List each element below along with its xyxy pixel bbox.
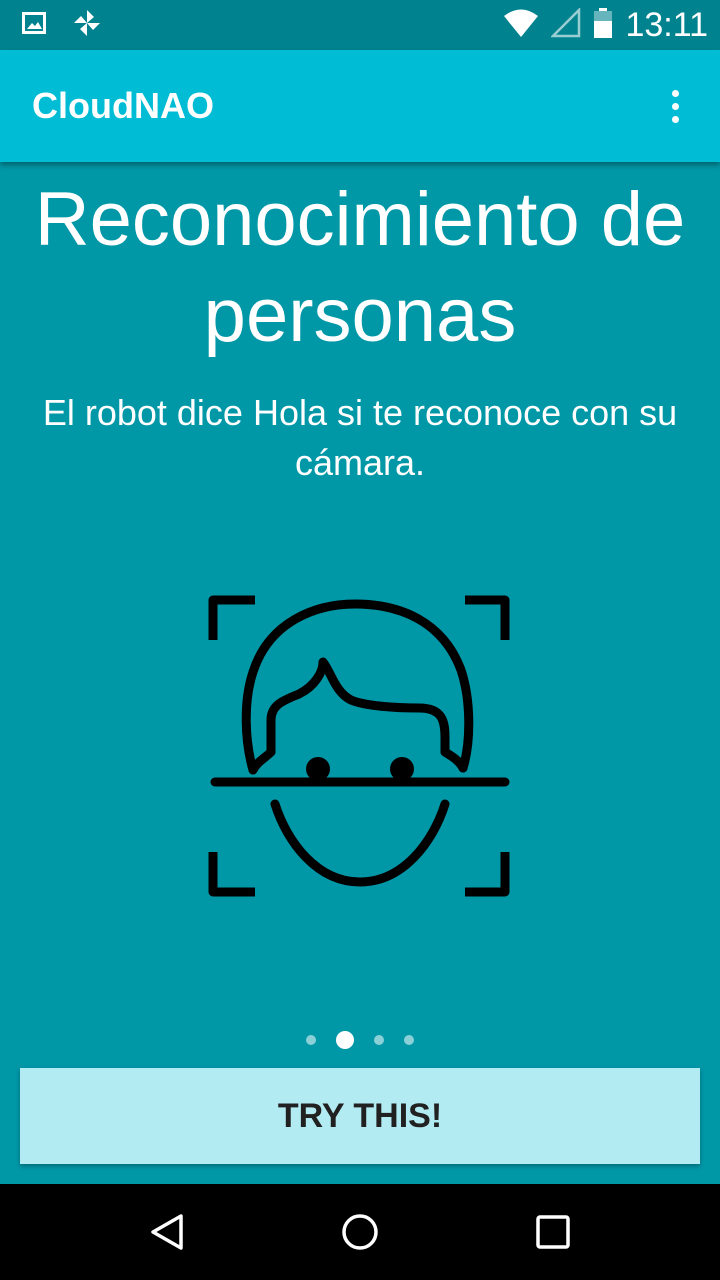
try-this-button[interactable]: TRY THIS! [20, 1068, 700, 1164]
page-dot-4[interactable] [404, 1035, 414, 1045]
image-notification-icon [22, 12, 46, 38]
battery-icon [593, 8, 613, 42]
cell-signal-icon [550, 6, 581, 42]
back-icon[interactable] [137, 1202, 197, 1262]
app-bar: CloudNAO [0, 50, 720, 162]
app-title: CloudNAO [32, 85, 214, 126]
status-clock: 13:11 [625, 5, 708, 44]
status-bar: 13:11 [0, 0, 720, 50]
system-nav-bar [0, 1184, 720, 1280]
status-left-icons [22, 8, 102, 42]
page-title: Reconocimiento de personas [34, 177, 686, 358]
page-dot-2-active[interactable] [336, 1031, 354, 1049]
page-description: El robot dice Hola si te reconoce con su… [42, 392, 678, 483]
wifi-icon [503, 8, 539, 42]
overflow-dot [671, 102, 679, 110]
page-dot-3[interactable] [374, 1035, 384, 1045]
page-dot-1[interactable] [306, 1035, 316, 1045]
page-indicator [0, 1030, 720, 1050]
overflow-dot [671, 115, 679, 123]
more-vert-icon[interactable] [660, 81, 690, 131]
overflow-dot [671, 89, 679, 97]
home-icon[interactable] [330, 1202, 390, 1262]
status-right-icons: 13:11 [503, 6, 708, 45]
recents-icon[interactable] [523, 1202, 583, 1262]
pinwheel-notification-icon [72, 8, 102, 42]
face-recognition-icon [205, 592, 515, 902]
